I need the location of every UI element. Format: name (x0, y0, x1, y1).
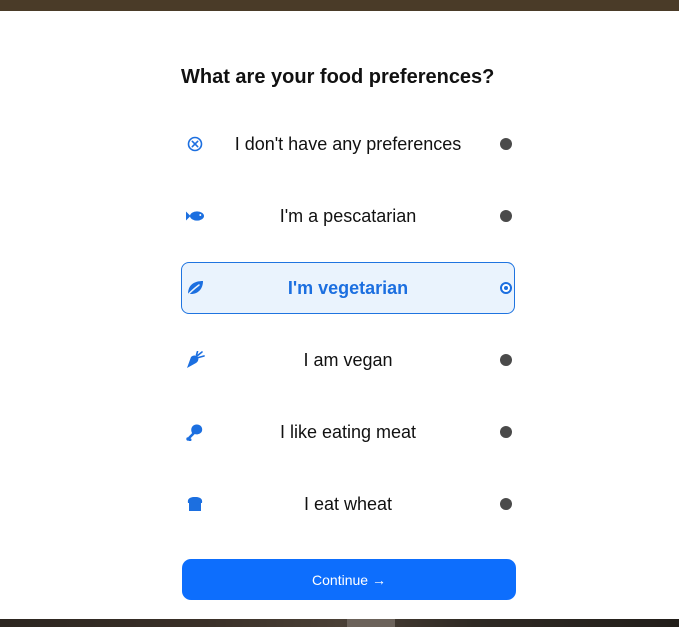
option-pescatarian[interactable]: I'm a pescatarian (181, 190, 515, 242)
option-vegetarian[interactable]: I'm vegetarian (181, 262, 515, 314)
radio-button[interactable] (500, 138, 512, 150)
radio-button[interactable] (500, 282, 512, 294)
radio-button[interactable] (500, 210, 512, 222)
scrollbar-thumb[interactable] (347, 619, 395, 627)
option-no-preferences[interactable]: I don't have any preferences (181, 118, 515, 170)
option-meat[interactable]: I like eating meat (181, 406, 515, 458)
option-label: I'm a pescatarian (279, 206, 417, 226)
radio-button[interactable] (500, 426, 512, 438)
radio-button[interactable] (500, 354, 512, 366)
bottom-scrollbar[interactable] (0, 619, 679, 627)
option-label: I'm vegetarian (287, 278, 409, 298)
option-label: I like eating meat (279, 422, 417, 442)
continue-button[interactable]: Continue → (182, 559, 516, 600)
option-label: I eat wheat (303, 494, 393, 514)
option-wheat[interactable]: I eat wheat (181, 478, 515, 530)
option-label: I am vegan (303, 350, 393, 370)
page-title: What are your food preferences? (181, 66, 495, 88)
top-bar (0, 0, 679, 11)
radio-button[interactable] (500, 498, 512, 510)
option-label: I don't have any preferences (234, 134, 462, 154)
option-vegan[interactable]: I am vegan (181, 334, 515, 386)
